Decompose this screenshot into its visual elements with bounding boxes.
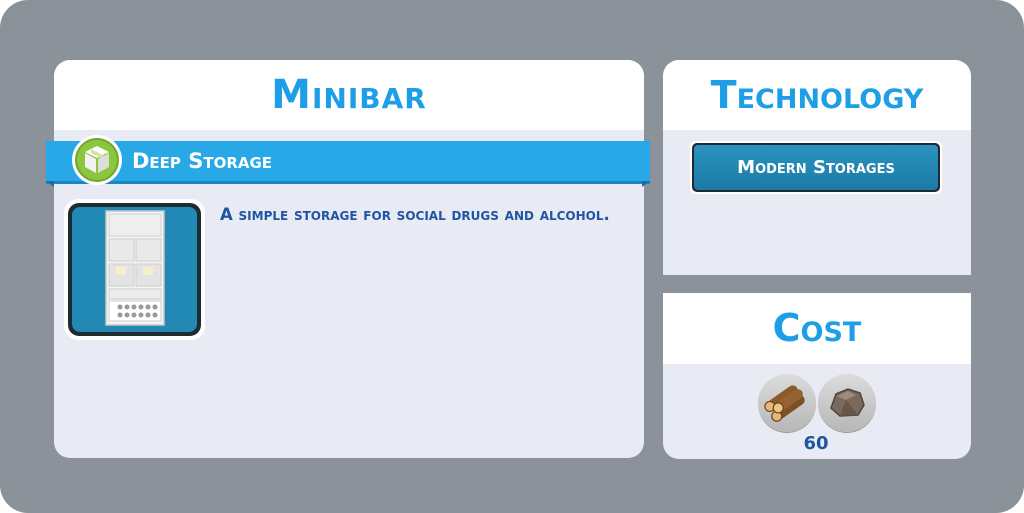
technology-title: Technology [710,73,924,117]
required-technology-button[interactable]: Modern Storages [694,145,938,190]
ribbon-fold-right [642,181,650,187]
category-label: Deep Storage [132,149,273,173]
minibar-icon [72,207,197,332]
ribbon-fold-left [46,181,54,187]
item-description: A simple storage for social drugs and al… [220,205,610,224]
stone-icon [818,374,876,432]
cost-header: Cost [663,293,971,364]
item-title: Minibar [271,72,427,118]
item-info-window: Minibar Deep Storage A simple storage fo… [0,0,1024,513]
storage-box-icon [72,135,122,185]
wood-log-icon [758,374,816,432]
item-header: Minibar [54,60,644,130]
technology-header: Technology [663,60,971,130]
cost-value: 60 [803,433,829,454]
cost-title: Cost [772,306,862,350]
